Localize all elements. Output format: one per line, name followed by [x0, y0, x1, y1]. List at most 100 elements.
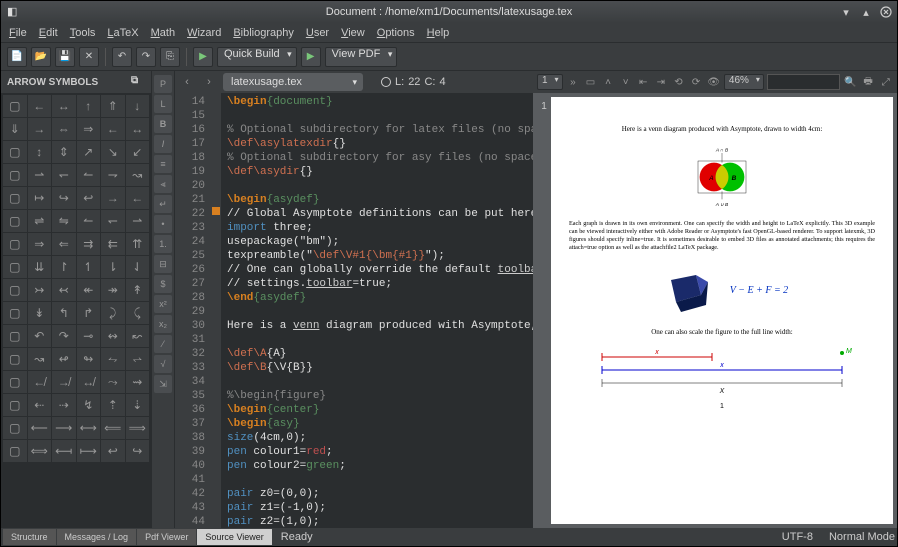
symbol-cell[interactable]: ↼ — [77, 210, 101, 232]
side-newline-button[interactable]: ↵ — [154, 195, 172, 213]
symbol-cell[interactable]: ▢ — [3, 210, 27, 232]
symbol-cell[interactable]: ⇁ — [101, 164, 125, 186]
symbol-cell[interactable]: ⟵ — [28, 417, 52, 439]
symbol-cell[interactable]: ↙ — [126, 141, 150, 163]
symbol-cell[interactable]: ⇢ — [52, 394, 76, 416]
symbol-cell[interactable]: ↽ — [52, 164, 76, 186]
fold-marker-icon[interactable] — [212, 207, 220, 215]
side-ref-button[interactable]: ⇲ — [154, 375, 172, 393]
side-frac-button[interactable]: ⁄ — [154, 335, 172, 353]
preview-forward-icon[interactable]: ⟳ — [689, 74, 704, 90]
preview-down-icon[interactable]: ˅ — [618, 74, 633, 90]
symbol-cell[interactable]: ← — [126, 187, 150, 209]
preview-find-icon[interactable]: 🔍 — [843, 74, 858, 90]
preview-back-icon[interactable]: ⟲ — [671, 74, 686, 90]
symbol-cell[interactable]: ▢ — [3, 187, 27, 209]
side-enum-button[interactable]: 1. — [154, 235, 172, 253]
side-left-button[interactable]: ⫷ — [154, 175, 172, 193]
symbol-cell[interactable]: ↭ — [101, 325, 125, 347]
symbol-cell[interactable]: ⤹ — [126, 302, 150, 324]
tab-next-button[interactable]: › — [201, 74, 217, 90]
symbol-cell[interactable]: ⇑ — [101, 95, 125, 117]
symbol-cell[interactable]: → — [101, 187, 125, 209]
symbol-cell[interactable]: ↢ — [52, 279, 76, 301]
symbol-cell[interactable]: ⇃ — [126, 256, 150, 278]
symbol-cell[interactable]: ↡ — [28, 302, 52, 324]
preview-print-icon[interactable]: 🖶 — [861, 74, 876, 90]
symbol-cell[interactable]: ⇇ — [101, 233, 125, 255]
symbol-cell[interactable]: ⇡ — [101, 394, 125, 416]
menu-options[interactable]: Options — [377, 27, 415, 39]
side-bold-button[interactable]: B — [154, 115, 172, 133]
symbol-cell[interactable]: ↫ — [52, 348, 76, 370]
preview-page-select[interactable]: 1 — [537, 74, 563, 90]
maximize-icon[interactable]: ▴ — [859, 5, 873, 19]
preview-external-icon[interactable]: ⤢ — [878, 74, 893, 90]
symbol-cell[interactable]: ↟ — [126, 279, 150, 301]
symbol-cell[interactable]: ↼ — [77, 164, 101, 186]
symbol-cell[interactable]: ↛ — [52, 371, 76, 393]
redo-button[interactable]: ↷ — [136, 47, 156, 67]
symbol-cell[interactable]: ⤸ — [101, 302, 125, 324]
side-part-button[interactable]: P — [154, 75, 172, 93]
symbol-cell[interactable]: ↕ — [28, 141, 52, 163]
symbol-cell[interactable]: ▢ — [3, 348, 27, 370]
symbol-cell[interactable]: ⟺ — [28, 440, 52, 462]
symbol-cell[interactable]: ↞ — [77, 279, 101, 301]
symbol-cell[interactable]: ⟼ — [77, 440, 101, 462]
side-sub-button[interactable]: x₂ — [154, 315, 172, 333]
tab-structure[interactable]: Structure — [3, 529, 56, 545]
menu-edit[interactable]: Edit — [39, 27, 58, 39]
close-icon[interactable] — [879, 5, 893, 19]
tab-prev-button[interactable]: ‹ — [179, 74, 195, 90]
symbol-cell[interactable]: ↮ — [77, 371, 101, 393]
undo-button[interactable]: ↶ — [112, 47, 132, 67]
symbol-cell[interactable]: ▢ — [3, 371, 27, 393]
symbol-cell[interactable]: ▢ — [3, 95, 27, 117]
menu-view[interactable]: View — [341, 27, 365, 39]
symbol-cell[interactable]: ⇌ — [28, 210, 52, 232]
panel-detach-icon[interactable]: ⧉ — [131, 75, 145, 89]
run-view-button[interactable]: ▶ — [301, 47, 321, 67]
symbol-cell[interactable]: ⟷ — [77, 417, 101, 439]
symbol-cell[interactable]: ⇂ — [101, 256, 125, 278]
symbol-cell[interactable]: ⊸ — [77, 325, 101, 347]
symbol-cell[interactable]: ▢ — [3, 141, 27, 163]
side-label-button[interactable]: L — [154, 95, 172, 113]
menu-latex[interactable]: LaTeX — [107, 27, 138, 39]
symbol-cell[interactable]: ↬ — [77, 348, 101, 370]
symbol-cell[interactable]: ⟻ — [52, 440, 76, 462]
symbol-cell[interactable]: ↱ — [77, 302, 101, 324]
symbol-cell[interactable]: ↝ — [28, 348, 52, 370]
symbol-cell[interactable]: ↽ — [101, 210, 125, 232]
symbol-cell[interactable]: → — [28, 118, 52, 140]
symbol-cell[interactable]: ↦ — [28, 187, 52, 209]
symbol-cell[interactable]: ↿ — [77, 256, 101, 278]
symbol-cell[interactable]: ↚ — [28, 371, 52, 393]
symbol-cell[interactable]: ↪ — [126, 440, 150, 462]
menu-wizard[interactable]: Wizard — [187, 27, 221, 39]
tab-sourceviewer[interactable]: Source Viewer — [197, 529, 271, 545]
symbol-cell[interactable]: ⇈ — [126, 233, 150, 255]
symbol-cell[interactable]: ▢ — [3, 394, 27, 416]
run-quick-build-button[interactable]: ▶ — [193, 47, 213, 67]
symbol-cell[interactable]: ↷ — [52, 325, 76, 347]
symbol-cell[interactable]: ▢ — [3, 325, 27, 347]
symbol-cell[interactable]: ▢ — [3, 279, 27, 301]
symbol-cell[interactable]: ↩ — [77, 187, 101, 209]
symbol-cell[interactable]: ↠ — [101, 279, 125, 301]
symbol-cell[interactable]: ⇕ — [52, 141, 76, 163]
symbol-cell[interactable]: ⇀ — [126, 210, 150, 232]
symbol-cell[interactable]: ⟶ — [52, 417, 76, 439]
preview-first-icon[interactable]: ⇤ — [636, 74, 651, 90]
symbol-cell[interactable]: ▢ — [3, 233, 27, 255]
symbol-cell[interactable]: ⇀ — [28, 164, 52, 186]
symbol-cell[interactable]: ↔ — [52, 95, 76, 117]
symbol-cell[interactable]: ↣ — [28, 279, 52, 301]
save-button[interactable]: 💾 — [55, 47, 75, 67]
symbol-cell[interactable]: ⤳ — [101, 371, 125, 393]
minimize-icon[interactable]: ▾ — [839, 5, 853, 19]
symbol-cell[interactable]: ⥋ — [126, 348, 150, 370]
symbol-cell[interactable]: ▢ — [3, 440, 27, 462]
symbol-cell[interactable]: ↩ — [101, 440, 125, 462]
